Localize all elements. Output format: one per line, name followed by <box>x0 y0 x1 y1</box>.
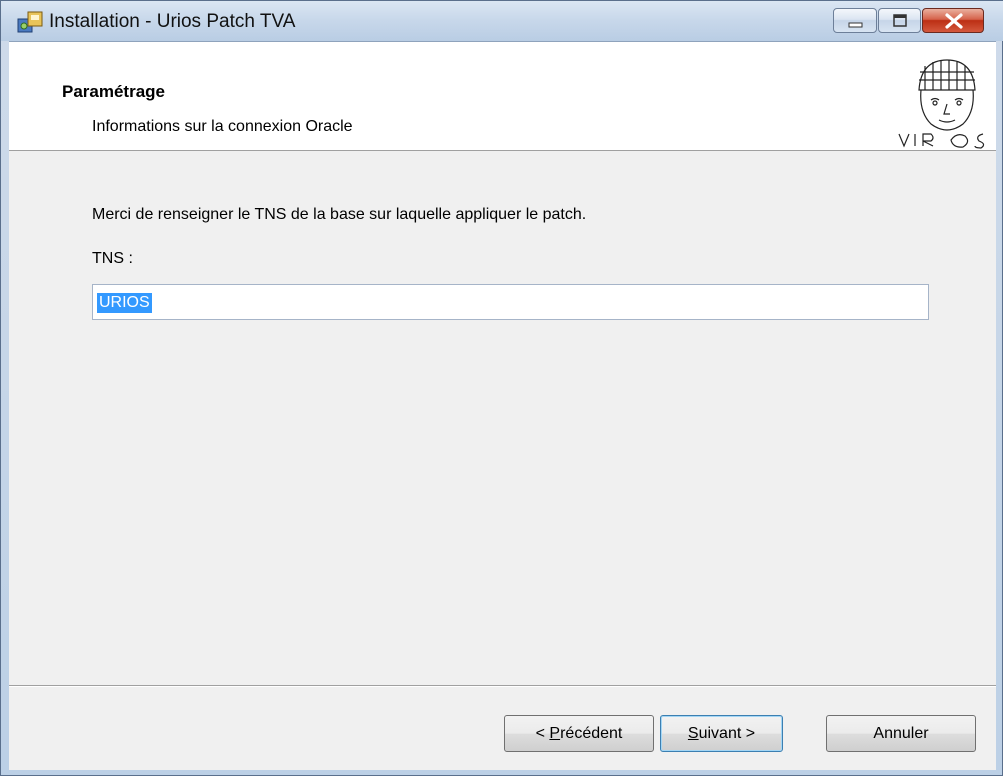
page-title: Paramétrage <box>62 82 166 101</box>
installer-window: Installation - Urios Patch TVA Paramétra… <box>0 0 1003 776</box>
tns-label: TNS : <box>92 250 133 267</box>
cancel-button[interactable]: Annuler <box>826 715 976 752</box>
tns-input[interactable]: URIOS <box>92 284 929 320</box>
page-subtitle: Informations sur la connexion Oracle <box>92 118 353 135</box>
previous-accelerator: P <box>549 724 561 742</box>
previous-label-prefix: < <box>535 724 550 742</box>
close-button[interactable] <box>922 8 984 33</box>
maximize-button[interactable] <box>878 8 921 33</box>
next-button[interactable]: Suivant > <box>660 715 783 752</box>
window-title: Installation - Urios Patch TVA <box>49 11 296 32</box>
title-bar[interactable]: Installation - Urios Patch TVA <box>1 1 1003 41</box>
minimize-icon <box>848 22 863 28</box>
maximize-icon <box>893 14 907 27</box>
footer-divider <box>9 685 996 687</box>
close-icon <box>945 13 963 29</box>
previous-button[interactable]: < Précédent <box>504 715 654 752</box>
tns-input-value: URIOS <box>97 293 152 313</box>
instruction-text: Merci de renseigner le TNS de la base su… <box>92 206 587 223</box>
installer-icon <box>17 11 45 33</box>
previous-label-rest: récédent <box>560 724 623 742</box>
wizard-page: Paramétrage Informations sur la connexio… <box>9 41 996 770</box>
next-label-rest: uivant > <box>698 724 756 742</box>
next-accelerator: S <box>687 724 699 742</box>
wizard-header: Paramétrage Informations sur la connexio… <box>9 42 996 151</box>
urios-logo-icon <box>898 59 985 149</box>
minimize-button[interactable] <box>833 8 877 33</box>
